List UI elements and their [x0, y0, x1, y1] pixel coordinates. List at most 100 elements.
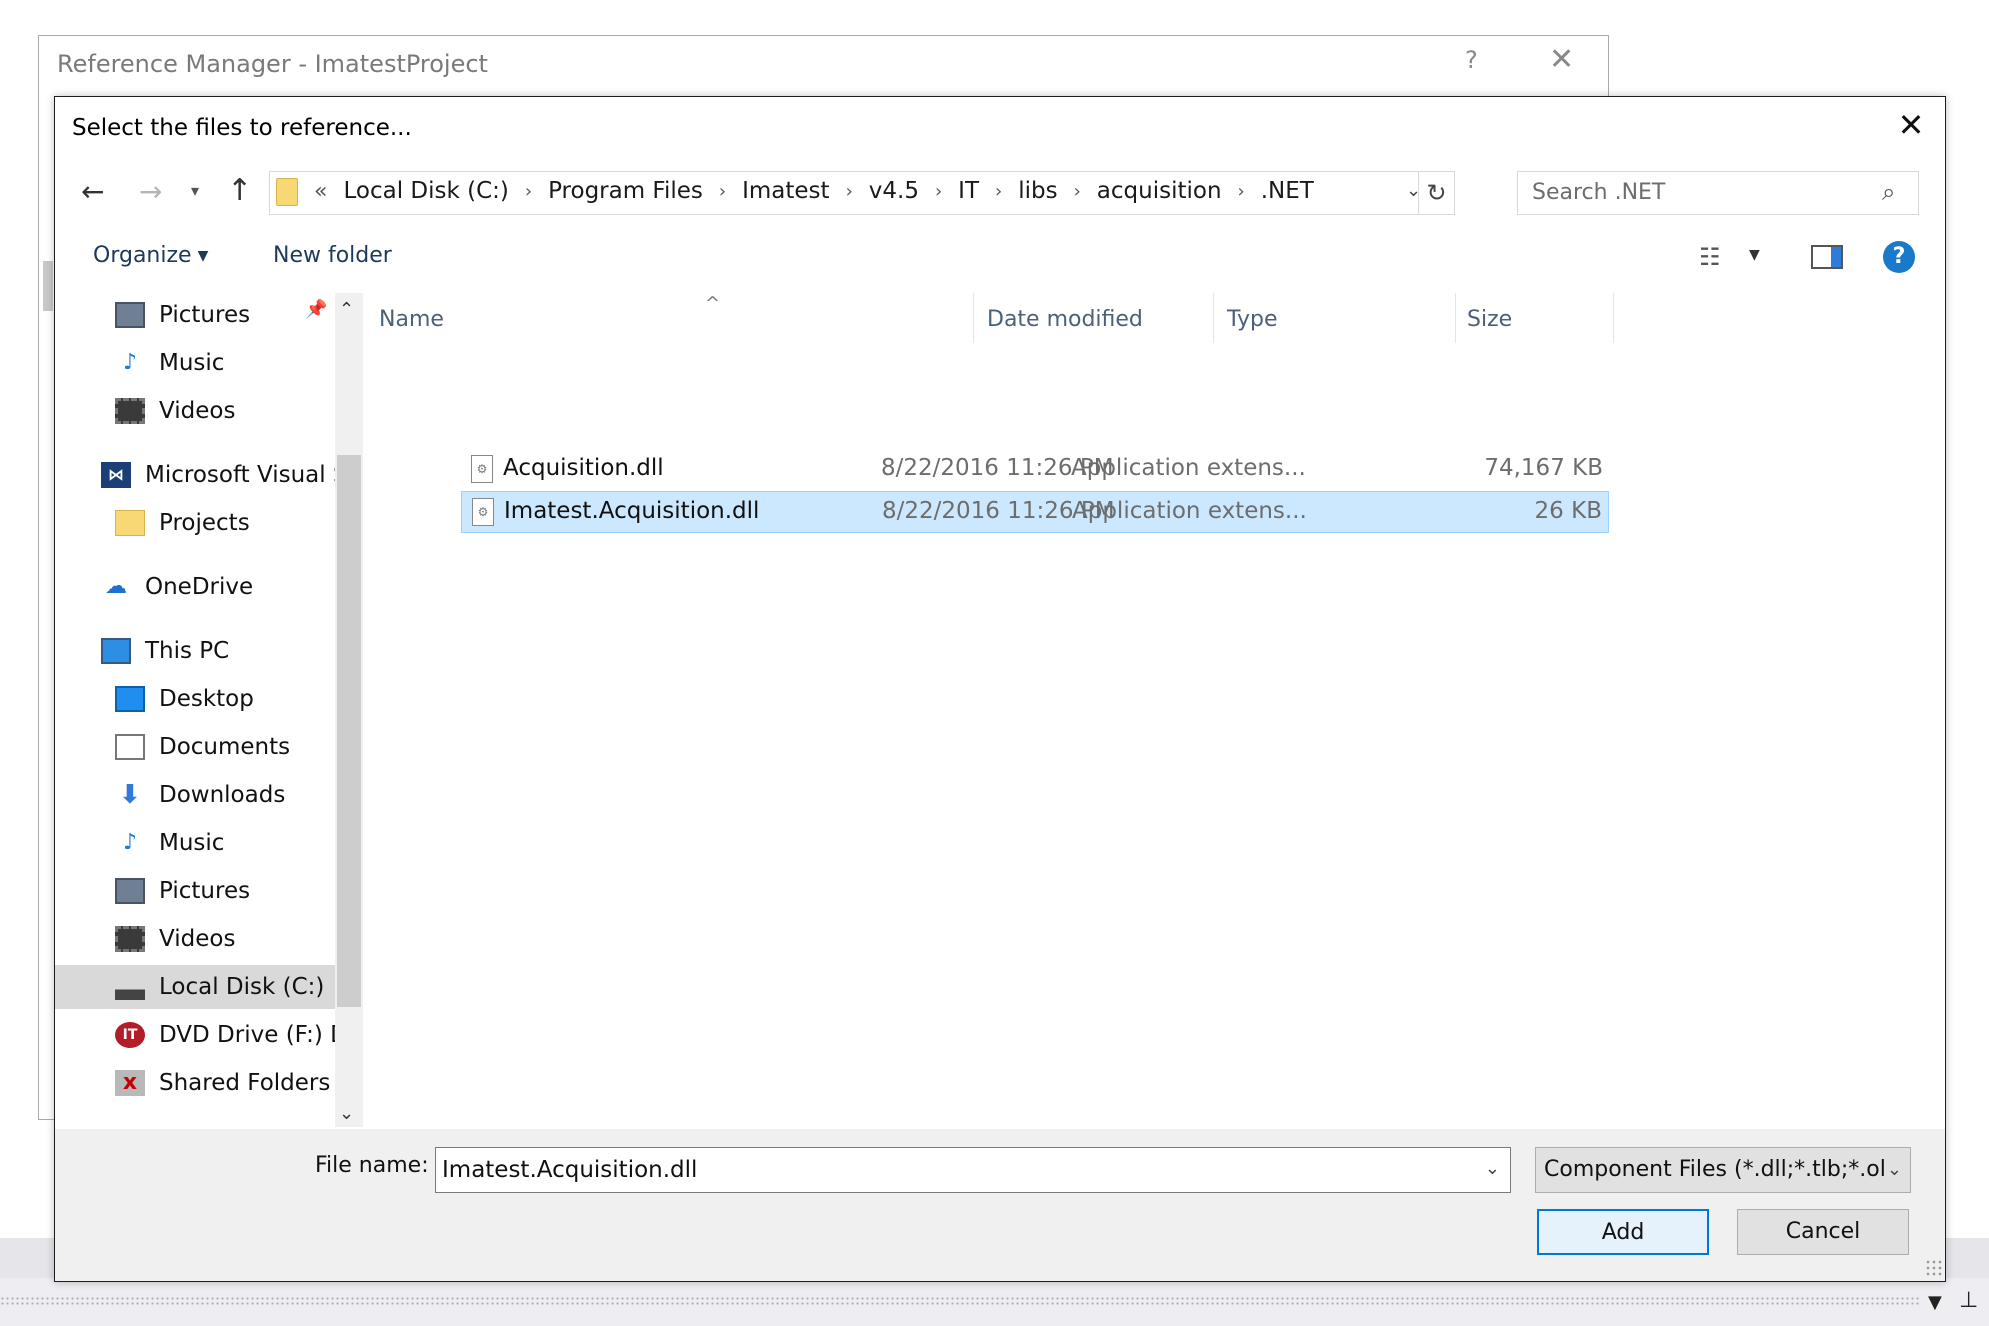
pictures-icon — [115, 878, 145, 904]
address-bar[interactable]: « Local Disk (C:) › Program Files › Imates… — [269, 171, 1455, 215]
chevron-right-icon[interactable]: › — [1238, 181, 1245, 202]
chevron-down-icon[interactable]: ⌄ — [1485, 1158, 1500, 1179]
file-type-select[interactable]: Component Files (*.dll;*.tlb;*.ol ⌄ — [1535, 1147, 1911, 1193]
nav-item-label: Downloads — [159, 782, 286, 808]
chevron-right-icon[interactable]: › — [846, 181, 853, 202]
column-header-size[interactable]: Size — [1467, 307, 1512, 332]
column-header-date-modified[interactable]: Date modified — [987, 307, 1143, 332]
column-divider[interactable] — [1455, 293, 1456, 343]
file-row[interactable]: ⚙ Imatest.Acquisition.dll 8/22/2016 11:2… — [461, 491, 1609, 533]
breadcrumb-overflow[interactable]: « — [314, 179, 327, 204]
dialog-title: Select the files to reference... — [72, 115, 412, 141]
breadcrumb-item[interactable]: IT — [958, 178, 979, 204]
panel-dropdown-icon[interactable]: ▼ — [1928, 1292, 1942, 1313]
recent-locations-chevron-icon[interactable]: ▾ — [191, 181, 199, 200]
onedrive-icon: ☁ — [105, 574, 127, 599]
navigation-pane: Pictures 📌 ♪ Music Videos ⋈ Microsoft Visua… — [55, 293, 363, 1223]
this-pc-icon — [101, 638, 131, 664]
nav-item-label: Desktop — [159, 686, 254, 712]
help-icon[interactable]: ? — [1883, 241, 1915, 273]
pin-icon[interactable]: 📌 — [305, 299, 327, 320]
column-divider[interactable] — [1613, 293, 1614, 343]
breadcrumb-item[interactable]: Program Files — [548, 178, 703, 204]
file-row[interactable]: ⚙ Acquisition.dll 8/22/2016 11:26 PM App… — [461, 449, 1609, 491]
column-header-name[interactable]: Name — [379, 307, 444, 332]
chevron-right-icon[interactable]: › — [995, 181, 1002, 202]
refresh-icon[interactable]: ↻ — [1418, 172, 1454, 214]
resize-grip[interactable] — [1925, 1259, 1943, 1277]
file-name-field[interactable] — [436, 1148, 1456, 1192]
column-header-type[interactable]: Type — [1227, 307, 1278, 332]
breadcrumb-item[interactable]: .NET — [1261, 178, 1314, 204]
breadcrumb-item[interactable]: v4.5 — [869, 178, 919, 204]
file-dialog: Select the files to reference... ✕ ← → ▾… — [54, 96, 1946, 1282]
nav-item-onedrive[interactable]: ☁ OneDrive — [55, 565, 335, 609]
file-name: Acquisition.dll — [503, 455, 664, 481]
nav-item-shared-folders[interactable]: x Shared Folders (\ — [55, 1061, 335, 1105]
nav-item-documents[interactable]: Documents — [55, 725, 335, 769]
breadcrumb-item[interactable]: Local Disk (C:) — [343, 178, 508, 204]
forward-arrow-icon[interactable]: → — [139, 175, 162, 208]
view-options-caret-icon[interactable]: ▼ — [1749, 247, 1760, 263]
column-divider[interactable] — [973, 293, 974, 343]
dialog-footer: File name: ⌄ Component Files (*.dll;*.tl… — [55, 1129, 1945, 1281]
chevron-right-icon[interactable]: › — [935, 181, 942, 202]
breadcrumb-item[interactable]: acquisition — [1097, 178, 1222, 204]
nav-item-music-2[interactable]: ♪ Music — [55, 821, 335, 865]
nav-item-label: Pictures — [159, 302, 251, 328]
pin-icon[interactable]: ⊥ — [1959, 1288, 1978, 1313]
breadcrumb-item[interactable]: libs — [1018, 178, 1057, 204]
up-arrow-icon[interactable]: ↑ — [227, 173, 252, 208]
help-button[interactable]: ? — [1465, 46, 1478, 74]
cancel-button[interactable]: Cancel — [1737, 1209, 1909, 1255]
sort-ascending-icon: ^ — [705, 293, 721, 314]
details-view-icon[interactable]: ☷ — [1699, 243, 1721, 271]
nav-item-music[interactable]: ♪ Music — [55, 341, 335, 385]
close-button[interactable]: ✕ — [1549, 42, 1574, 77]
nav-item-label: Microsoft Visual S — [145, 462, 335, 488]
chevron-right-icon[interactable]: › — [525, 181, 532, 202]
file-type: Application extens... — [1072, 498, 1307, 524]
add-button[interactable]: Add — [1537, 1209, 1709, 1255]
local-disk-icon — [115, 974, 145, 1000]
nav-item-downloads[interactable]: ⬇ Downloads — [55, 773, 335, 817]
dialog-close-button[interactable]: ✕ — [1893, 107, 1929, 143]
preview-pane-icon[interactable] — [1811, 245, 1843, 269]
organize-button[interactable]: Organize ▼ — [93, 243, 208, 268]
search-icon[interactable]: ⌕ — [1882, 178, 1895, 206]
scroll-up-icon[interactable]: ⌃ — [339, 299, 354, 320]
chevron-right-icon[interactable]: › — [719, 181, 726, 202]
chevron-down-icon[interactable]: ⌄ — [1887, 1148, 1902, 1192]
file-name-combobox[interactable]: ⌄ — [435, 1147, 1511, 1193]
nav-item-dvd-drive[interactable]: IT DVD Drive (F:) D\ — [55, 1013, 335, 1057]
file-name: Imatest.Acquisition.dll — [504, 498, 760, 524]
nav-item-pictures-2[interactable]: Pictures — [55, 869, 335, 913]
nav-item-desktop[interactable]: Desktop — [55, 677, 335, 721]
nav-item-projects[interactable]: Projects — [55, 501, 335, 545]
file-list: ^ Name Date modified Type Size ⚙ Acquisi… — [369, 293, 1945, 1223]
new-folder-button[interactable]: New folder — [273, 243, 392, 268]
back-arrow-icon[interactable]: ← — [81, 175, 104, 208]
nav-item-label: Music — [159, 350, 225, 376]
music-icon: ♪ — [122, 830, 138, 855]
nav-item-this-pc[interactable]: This PC — [55, 629, 335, 673]
nav-item-label: Documents — [159, 734, 291, 760]
file-size: 74,167 KB — [1484, 455, 1603, 481]
nav-scrollbar-thumb[interactable] — [337, 455, 361, 1007]
folder-icon — [276, 178, 298, 206]
search-box[interactable]: Search .NET ⌕ — [1517, 171, 1919, 215]
breadcrumb-item[interactable]: Imatest — [742, 178, 829, 204]
scroll-down-icon[interactable]: ⌄ — [339, 1103, 354, 1124]
scrollbar-thumb[interactable] — [43, 261, 53, 311]
nav-item-videos[interactable]: Videos — [55, 389, 335, 433]
nav-item-label: Shared Folders (\ — [159, 1070, 335, 1096]
nav-item-videos-2[interactable]: Videos — [55, 917, 335, 961]
nav-item-visual-studio[interactable]: ⋈ Microsoft Visual S — [55, 453, 335, 497]
pictures-icon — [115, 302, 145, 328]
nav-item-local-disk[interactable]: Local Disk (C:) — [55, 965, 335, 1009]
file-name-label: File name: — [315, 1153, 429, 1178]
search-input[interactable]: Search .NET — [1532, 180, 1665, 205]
chevron-right-icon[interactable]: › — [1074, 181, 1081, 202]
column-divider[interactable] — [1213, 293, 1214, 343]
nav-item-pictures[interactable]: Pictures 📌 — [55, 293, 335, 337]
